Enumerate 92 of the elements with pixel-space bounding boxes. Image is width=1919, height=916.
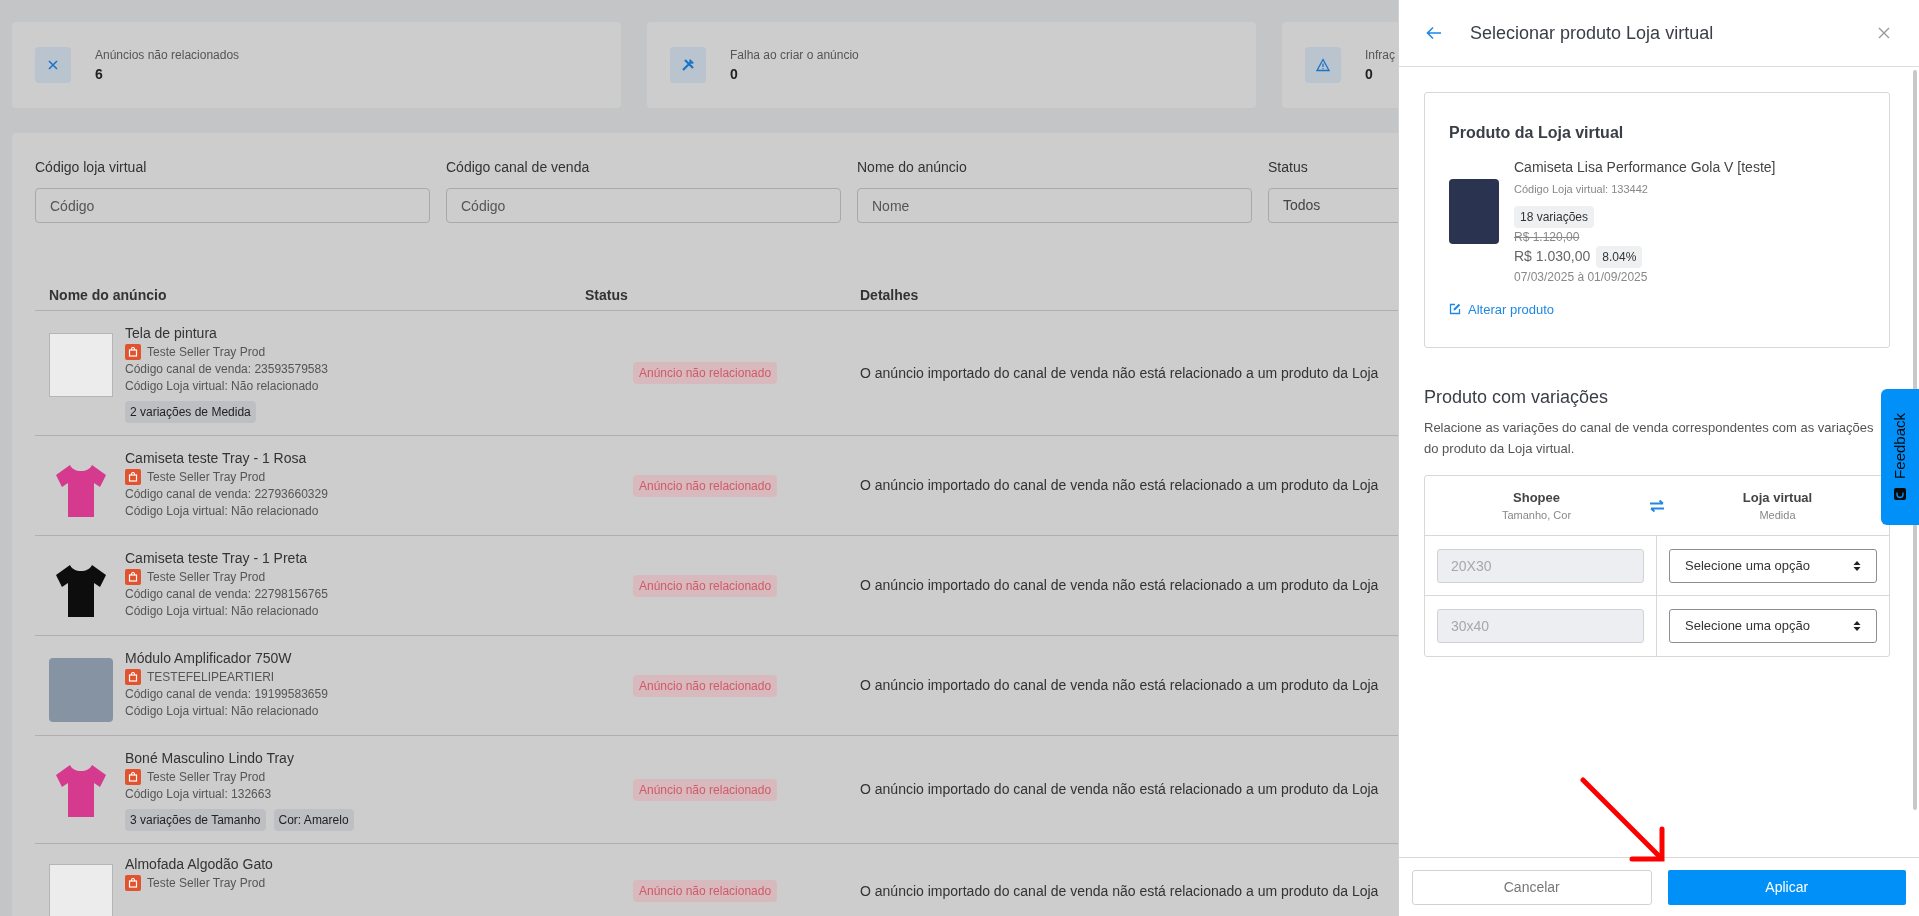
sort-caret-icon [1853, 559, 1861, 572]
listing-code: Código Loja virtual: Não relacionado [125, 378, 320, 395]
details-text: O anúncio importado do canal de venda não está relacionado a um produto da Loja [860, 881, 1379, 901]
tools-icon [680, 57, 696, 73]
filter-input[interactable]: Nome [857, 188, 1252, 223]
listing-title: Módulo Amplificador 750W [125, 649, 293, 668]
listing-title: Boné Masculino Lindo Tray [125, 749, 295, 768]
chat-icon [1893, 486, 1907, 501]
status-badge: Anúncio não relacionado [633, 362, 778, 384]
photo-placeholder [49, 658, 113, 722]
cancel-button[interactable]: Cancelar [1412, 869, 1652, 905]
filter-label: Código canal de venda [446, 158, 591, 177]
shop-bag-icon [125, 669, 141, 685]
column-header: Loja virtual [1742, 488, 1813, 507]
column-header: Status [585, 286, 629, 305]
card-heading: Produto da Loja virtual [1449, 123, 1625, 143]
variation-tag: 3 variações de Tamanho [125, 809, 266, 831]
close-icon[interactable] [1878, 26, 1892, 40]
column-header: Detalhes [860, 286, 920, 305]
x-icon [47, 59, 59, 71]
photo-placeholder [1449, 179, 1499, 244]
shop-name: Teste Seller Tray Prod [147, 769, 266, 786]
product-name: Camiseta Lisa Performance Gola V [teste] [1514, 158, 1776, 177]
column-subheader: Tamanho, Cor [1501, 508, 1572, 523]
section-description: Relacione as variações do canal de venda correspondentes com as variações do produto da Loja virtual. [1424, 419, 1875, 458]
status-badge: Anúncio não relacionado [633, 778, 778, 801]
status-badge: Anúncio não relacionado [633, 474, 778, 497]
details-text: O anúncio importado do canal de venda não está relacionado a um produto da Loja [860, 676, 1379, 695]
product-code: Código Loja virtual: 133442 [1514, 182, 1649, 197]
back-arrow-icon[interactable] [1426, 25, 1442, 41]
column-subheader: Medida [1759, 508, 1796, 523]
shop-bag-icon [125, 769, 141, 785]
details-text: O anúncio importado do canal de venda não está relacionado a um produto da Loja [860, 780, 1379, 799]
column-header: Shopee [1513, 488, 1560, 507]
status-badge: Anúncio não relacionado [633, 674, 778, 697]
listing-title: Tela de pintura [125, 324, 218, 343]
card-count: 0 [730, 64, 739, 84]
listing-title: Camiseta teste Tray - 1 Preta [125, 549, 309, 568]
listing-code: Código canal de venda: 22793660329 [125, 486, 328, 503]
shop-bag-icon [125, 469, 141, 485]
feedback-tab[interactable]: Feedback [1881, 389, 1919, 525]
details-text: O anúncio importado do canal de venda não está relacionado a um produto da Loja [860, 363, 1379, 383]
status-badge: Anúncio não relacionado [633, 574, 778, 597]
discount-badge: 8.04% [1596, 245, 1643, 268]
apply-button[interactable]: Aplicar [1667, 869, 1906, 905]
variations-badge: 18 variações [1514, 205, 1595, 228]
filter-label: Código loja virtual [35, 158, 148, 177]
card-count: 0 [1365, 64, 1374, 84]
filter-label: Nome do anúncio [857, 158, 968, 177]
shop-name: Teste Seller Tray Prod [147, 875, 266, 892]
shop-name: TESTEFELIPEARTIERI [147, 669, 275, 686]
swap-arrows-icon [1648, 498, 1666, 513]
drawer-title: Selecionar produto Loja virtual [1470, 21, 1714, 45]
listing-code: Código Loja virtual: 132663 [125, 786, 273, 803]
variation-tag: 2 variações de Medida [125, 401, 256, 423]
listing-code: Código Loja virtual: Não relacionado [125, 603, 320, 620]
shop-name: Teste Seller Tray Prod [147, 469, 266, 486]
column-header: Nome do anúncio [48, 286, 168, 305]
details-text: O anúncio importado do canal de venda não está relacionado a um produto da Loja [860, 476, 1379, 495]
shop-name: Teste Seller Tray Prod [147, 569, 266, 586]
card-label: Anúncios não relacionados [95, 46, 240, 64]
image-placeholder [49, 864, 113, 916]
status-badge: Anúncio não relacionado [633, 880, 778, 902]
filter-input[interactable]: Código [35, 188, 430, 223]
change-product-link[interactable]: Alterar produto [1449, 299, 1865, 319]
image-placeholder [49, 333, 113, 397]
old-price: R$ 1.120,00 [1514, 228, 1581, 246]
listing-code: Código Loja virtual: Não relacionado [125, 703, 320, 720]
card-count: 6 [95, 64, 104, 84]
listing-code: Código Loja virtual: Não relacionado [125, 503, 320, 520]
listing-code: Código canal de venda: 23593579583 [125, 361, 328, 378]
shop-bag-icon [125, 875, 141, 891]
details-text: O anúncio importado do canal de venda não está relacionado a um produto da Loja [860, 576, 1379, 595]
variation-tag: Cor: Amarelo [273, 809, 354, 831]
price: R$ 1.030,00 [1514, 247, 1591, 266]
shop-bag-icon [125, 569, 141, 585]
card-label: Infraç [1365, 46, 1395, 64]
date-range: 07/03/2025 à 01/09/2025 [1514, 268, 1649, 286]
listing-title: Camiseta teste Tray - 1 Rosa [125, 449, 308, 468]
filter-label: Status [1268, 158, 1309, 177]
sort-caret-icon [1853, 620, 1861, 632]
card-label: Falha ao criar o anúncio [730, 46, 859, 64]
listing-code: Código canal de venda: 19199583659 [125, 686, 328, 703]
shop-bag-icon [125, 344, 141, 360]
filter-input[interactable]: Código [446, 188, 841, 223]
status-select[interactable]: Todos [1268, 188, 1398, 223]
listing-code: Código canal de venda: 22798156765 [125, 586, 328, 603]
edit-icon [1449, 303, 1461, 316]
shop-name: Teste Seller Tray Prod [147, 344, 266, 361]
listing-title: Almofada Algodão Gato [125, 855, 273, 874]
section-heading: Produto com variações [1424, 386, 1610, 409]
warning-icon [1316, 58, 1330, 72]
